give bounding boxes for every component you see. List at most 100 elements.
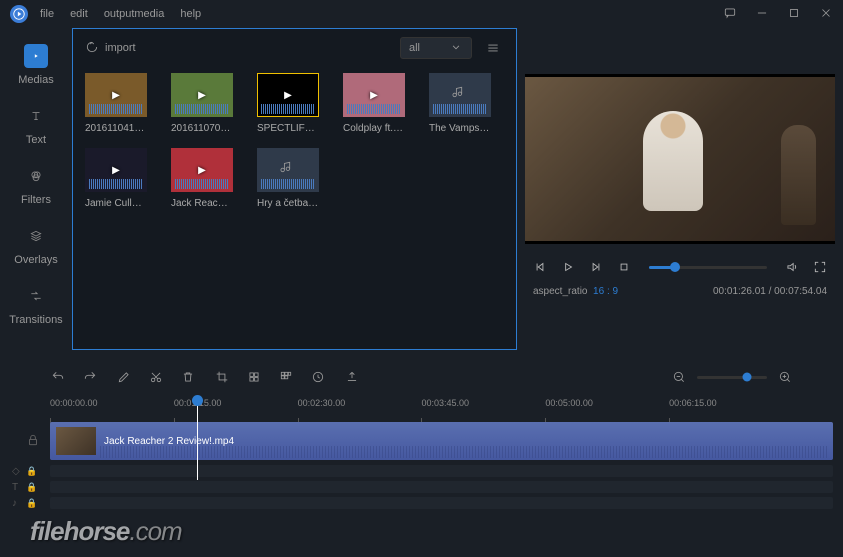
media-name: The Vamps -…	[429, 123, 491, 134]
filters-icon	[24, 164, 48, 188]
fullscreen-button[interactable]	[811, 258, 829, 276]
media-item[interactable]: Jack Reacher…	[171, 148, 233, 209]
media-item[interactable]: Coldplay ft. C…	[343, 73, 405, 134]
delete-button[interactable]	[180, 369, 196, 385]
media-item[interactable]: Hry a četba (…	[257, 148, 319, 209]
lock-icon[interactable]: 🔒	[26, 482, 37, 493]
timeline-area: 00:00:00.0000:01:15.0000:02:30.0000:03:4…	[0, 350, 843, 557]
timeline-clip[interactable]: Jack Reacher 2 Review!.mp4	[50, 422, 833, 460]
menu-edit[interactable]: edit	[70, 8, 88, 20]
chevron-down-icon	[449, 40, 463, 57]
filter-value: all	[409, 42, 420, 54]
stop-button[interactable]	[615, 258, 633, 276]
video-track[interactable]: Jack Reacher 2 Review!.mp4	[50, 420, 833, 462]
seek-slider[interactable]	[649, 266, 767, 269]
zoom-slider[interactable]	[697, 376, 767, 379]
cut-button[interactable]	[148, 369, 164, 385]
rail-text[interactable]: Text	[24, 104, 48, 146]
clip-thumbnail	[56, 427, 96, 455]
media-item[interactable]: 20161104100…	[85, 73, 147, 134]
media-name: Jack Reacher…	[171, 198, 233, 209]
clip-name: Jack Reacher 2 Review!.mp4	[104, 436, 234, 447]
import-label: import	[105, 42, 136, 54]
media-thumbnail	[85, 73, 147, 117]
text-track[interactable]: T 🔒	[50, 480, 833, 494]
text-track-icon: T	[12, 482, 18, 493]
media-name: Coldplay ft. C…	[343, 123, 405, 134]
mosaic-button[interactable]	[246, 369, 262, 385]
media-panel: import all 20161104100… 20161107092… SPECT…	[72, 28, 517, 350]
media-grid: 20161104100… 20161107092… SPECTLIFE m… Cold…	[73, 67, 516, 215]
media-name: Hry a četba (…	[257, 198, 319, 209]
ruler-tick: 00:00:00.00	[50, 398, 174, 420]
play-button[interactable]	[559, 258, 577, 276]
preview-panel: aspect_ratio 16 : 9 00:01:26.01 / 00:07:…	[517, 28, 843, 350]
media-thumbnail	[343, 73, 405, 117]
preview-frame[interactable]	[525, 74, 835, 244]
ruler-tick: 00:05:00.00	[545, 398, 669, 420]
audio-track-icon: ♪	[12, 498, 17, 509]
crop-button[interactable]	[214, 369, 230, 385]
zoom-in-button[interactable]	[777, 369, 793, 385]
text-icon	[24, 104, 48, 128]
media-name: 20161107092…	[171, 123, 233, 134]
volume-button[interactable]	[783, 258, 801, 276]
overlays-icon	[24, 224, 48, 248]
media-item[interactable]: SPECTLIFE m…	[257, 73, 319, 134]
rail-transitions[interactable]: Transitions	[9, 284, 62, 326]
timeline-tools	[0, 364, 843, 390]
rail-overlays[interactable]: Overlays	[14, 224, 57, 266]
edit-button[interactable]	[116, 369, 132, 385]
media-name: SPECTLIFE m…	[257, 123, 319, 134]
audio-track[interactable]: ♪ 🔒	[50, 496, 833, 510]
lock-icon[interactable]: 🔒	[26, 466, 37, 477]
time-display: 00:01:26.01 / 00:07:54.04	[713, 286, 827, 297]
import-icon	[85, 40, 99, 57]
ruler-tick: 00:06:15.00	[669, 398, 793, 420]
prev-frame-button[interactable]	[531, 258, 549, 276]
minimize-button[interactable]	[755, 6, 769, 23]
rail-label: Overlays	[14, 254, 57, 266]
media-thumbnail	[257, 73, 319, 117]
overlay-track-icon: ◇	[12, 466, 20, 477]
maximize-button[interactable]	[787, 6, 801, 23]
list-view-toggle[interactable]	[482, 37, 504, 59]
duration-button[interactable]	[310, 369, 326, 385]
media-thumbnail	[171, 148, 233, 192]
lock-icon[interactable]: 🔒	[26, 498, 37, 509]
feedback-icon[interactable]	[723, 6, 737, 23]
lock-icon[interactable]	[26, 433, 40, 450]
media-name: Jamie Cullum…	[85, 198, 147, 209]
ruler-tick: 00:03:45.00	[421, 398, 545, 420]
media-name: 20161104100…	[85, 123, 147, 134]
undo-button[interactable]	[50, 369, 66, 385]
watermark: filehorse.com	[30, 516, 182, 547]
aspect-ratio: aspect_ratio 16 : 9	[533, 286, 618, 297]
export-button[interactable]	[344, 369, 360, 385]
overlay-track[interactable]: ◇ 🔒	[50, 464, 833, 478]
timeline-ruler[interactable]: 00:00:00.0000:01:15.0000:02:30.0000:03:4…	[0, 398, 843, 420]
menu-help[interactable]: help	[180, 8, 201, 20]
media-item[interactable]: The Vamps -…	[429, 73, 491, 134]
media-item[interactable]: 20161107092…	[171, 73, 233, 134]
close-button[interactable]	[819, 6, 833, 23]
playhead[interactable]	[197, 398, 198, 480]
media-thumbnail	[429, 73, 491, 117]
menu-outputmedia[interactable]: outputmedia	[104, 8, 165, 20]
next-frame-button[interactable]	[587, 258, 605, 276]
menu-file[interactable]: file	[40, 8, 54, 20]
redo-button[interactable]	[82, 369, 98, 385]
rail-label: Filters	[21, 194, 51, 206]
rail-label: Transitions	[9, 314, 62, 326]
rail-medias[interactable]: Medias	[18, 44, 53, 86]
filter-select[interactable]: all	[400, 37, 472, 59]
left-rail: Medias Text Filters Overlays Transitions	[0, 28, 72, 350]
play-icon	[24, 44, 48, 68]
media-item[interactable]: Jamie Cullum…	[85, 148, 147, 209]
app-logo	[10, 5, 28, 23]
grid-button[interactable]	[278, 369, 294, 385]
rail-filters[interactable]: Filters	[21, 164, 51, 206]
zoom-out-button[interactable]	[671, 369, 687, 385]
import-button[interactable]: import	[85, 40, 136, 57]
menu-bar: file edit outputmedia help	[40, 8, 723, 20]
